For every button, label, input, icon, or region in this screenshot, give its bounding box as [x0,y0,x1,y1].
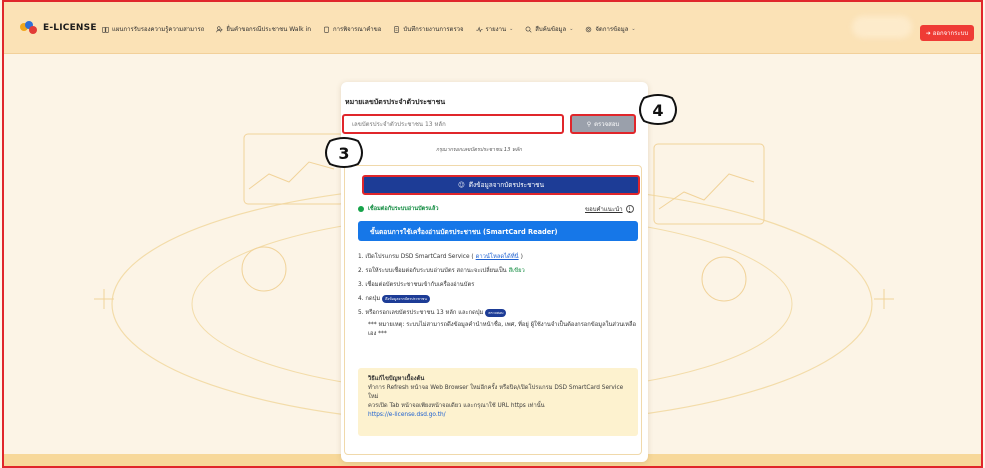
main-nav: แผนการรับรองความรู้ความสามารถ ยื่นคำขอกร… [102,24,636,34]
troubleshoot-line-1: ทำการ Refresh หน้าจอ Web Browser ใหม่อีก… [368,385,624,400]
logo-text: E-LICENSE [43,23,97,33]
clipboard-icon [324,26,329,33]
step-4: 4. กดปุ่ม ดึงข้อมูลจากบัตรประชาชน [358,292,638,306]
gear-icon [586,26,592,32]
how-to-label: ขอบคำแนะนำ [585,206,623,213]
nav-item-label: บันทึกรายงานการตรวจ [403,26,464,33]
reader-status: เชื่อมต่อกับระบบอ่านบัตรแล้ว [358,205,438,213]
chevron-down-icon: ⌄ [631,26,636,32]
nav-item-review-requests[interactable]: การพิจารณาคำขอ [323,24,381,34]
logout-label: ออกจากระบบ [932,30,969,37]
step-3: 3. เชื่อมต่อบัตรประชาชนเข้ากับเครื่องอ่า… [358,278,638,292]
check-button[interactable]: ⚲ ตรวจสอบ [570,114,636,134]
nav-item-label: สืบค้นข้อมูล [535,26,567,33]
nav-item-search[interactable]: สืบค้นข้อมูล ⌄ [525,24,573,34]
nav-item-inspection-report[interactable]: บันทึกรายงานการตรวจ [393,24,464,34]
step-text: 4. กดปุ่ม [358,296,381,302]
chevron-down-icon: ⌄ [569,26,574,32]
logout-button[interactable]: ➜ ออกจากระบบ [920,25,974,41]
callout-marker-4: 4 [639,94,677,125]
nav-item-label: จัดการข้อมูล [595,26,629,33]
person-icon: ☺ [457,181,465,189]
logo-mark-icon [20,21,38,35]
reader-status-text: เชื่อมต่อกับระบบอ่านบัตรแล้ว [368,206,439,212]
nav-item-label: รายงาน [485,26,507,33]
status-dot-icon [358,206,364,212]
nav-item-data-management[interactable]: จัดการข้อมูล ⌄ [585,24,636,34]
nav-item-competency-plan[interactable]: แผนการรับรองความรู้ความสามารถ [102,24,204,34]
step-green-text: สีเขียว [508,268,525,274]
pull-smartcard-label: ดึงข้อมูลจากบัตรประชาชน [468,181,545,189]
report-icon [394,25,400,33]
callout-number: 4 [652,101,663,120]
troubleshoot-line-2: ควรเปิด Tab หน้าจอเพียงหน้าจอเดียว และกร… [368,403,545,409]
pull-smartcard-button[interactable]: ☺ ดึงข้อมูลจากบัตรประชาชน [362,175,640,195]
search-icon [525,26,532,32]
activity-icon [475,25,483,32]
callout-marker-3: 3 [325,137,363,168]
nav-item-reports[interactable]: รายงาน ⌄ [475,24,514,34]
download-link[interactable]: ดาวน์โหลดได้ที่นี่ [476,252,519,262]
how-to-link[interactable]: ขอบคำแนะนำ i [585,204,634,214]
step-5: 5. หรือกรอกเลขบัตรประชาชน 13 หลัก และกดป… [358,306,638,320]
steps-list: 1. เปิดโปรแกรม DSD SmartCard Service ( ด… [358,250,638,339]
step-text: 5. หรือกรอกเลขบัตรประชาชน 13 หลัก และกดป… [358,310,484,316]
smartcard-panel: ☺ ดึงข้อมูลจากบัตรประชาชน เชื่อมต่อกับระ… [344,165,642,455]
app-frame: E-LICENSE แผนการรับรองความรู้ความสามารถ … [2,0,983,468]
input-hint: กรุณากรอกเลขบัตรประชาชน 13 หลัก [436,147,522,153]
step-1: 1. เปิดโปรแกรม DSD SmartCard Service ( ด… [358,250,638,264]
steps-header: ขั้นตอนการใช้เครื่องอ่านบัตรประชาชน (Sma… [358,221,638,241]
step-text: 3. เชื่อมต่อบัตรประชาชนเข้ากับเครื่องอ่า… [358,282,475,288]
nav-item-label: แผนการรับรองความรู้ความสามารถ [112,26,205,33]
step-text: ) [520,254,523,260]
book-icon [102,26,109,33]
nav-item-walk-in[interactable]: ยื่นคำขอกรณีประชาชน Walk in [216,24,311,34]
step-note: *** หมายเหตุ: ระบบไม่สามารถดึงข้อมูลคำนำ… [368,322,637,337]
person-plus-icon [216,25,223,32]
id-card-label: หมายเลขบัตรประจำตัวประชาชน [345,98,446,106]
check-badge: ตรวจสอบ [485,309,507,317]
callout-number: 3 [338,144,349,163]
info-icon: i [625,205,634,213]
logout-icon: ➜ [925,29,931,37]
troubleshoot-box: วิธีแก้ไขปัญหาเบื้องต้น ทำการ Refresh หน… [358,368,638,436]
step-2: 2. รอให้ระบบเชื่อมต่อกับระบบอ่านบัตร สถา… [358,264,638,278]
check-button-label: ตรวจสอบ [594,121,620,128]
user-profile[interactable] [852,16,912,38]
step-text: 1. เปิดโปรแกรม DSD SmartCard Service ( [358,254,474,260]
app-logo[interactable]: E-LICENSE [20,21,97,35]
search-icon: ⚲ [586,120,592,128]
troubleshoot-title: วิธีแก้ไขปัญหาเบื้องต้น [368,376,425,382]
nav-item-label: การพิจารณาคำขอ [333,26,382,33]
site-url-link[interactable]: https://e-license.dsd.go.th/ [368,411,628,420]
step-text: 2. รอให้ระบบเชื่อมต่อกับระบบอ่านบัตร สถา… [358,268,507,274]
id-check-card: หมายเลขบัตรประจำตัวประชาชน ⚲ ตรวจสอบ กรุ… [341,82,648,462]
top-navbar: E-LICENSE แผนการรับรองความรู้ความสามารถ … [4,2,981,54]
nav-item-label: ยื่นคำขอกรณีประชาชน Walk in [226,26,311,33]
id-card-input[interactable] [342,114,564,134]
chevron-down-icon: ⌄ [509,26,514,32]
pull-data-badge: ดึงข้อมูลจากบัตรประชาชน [382,295,430,303]
